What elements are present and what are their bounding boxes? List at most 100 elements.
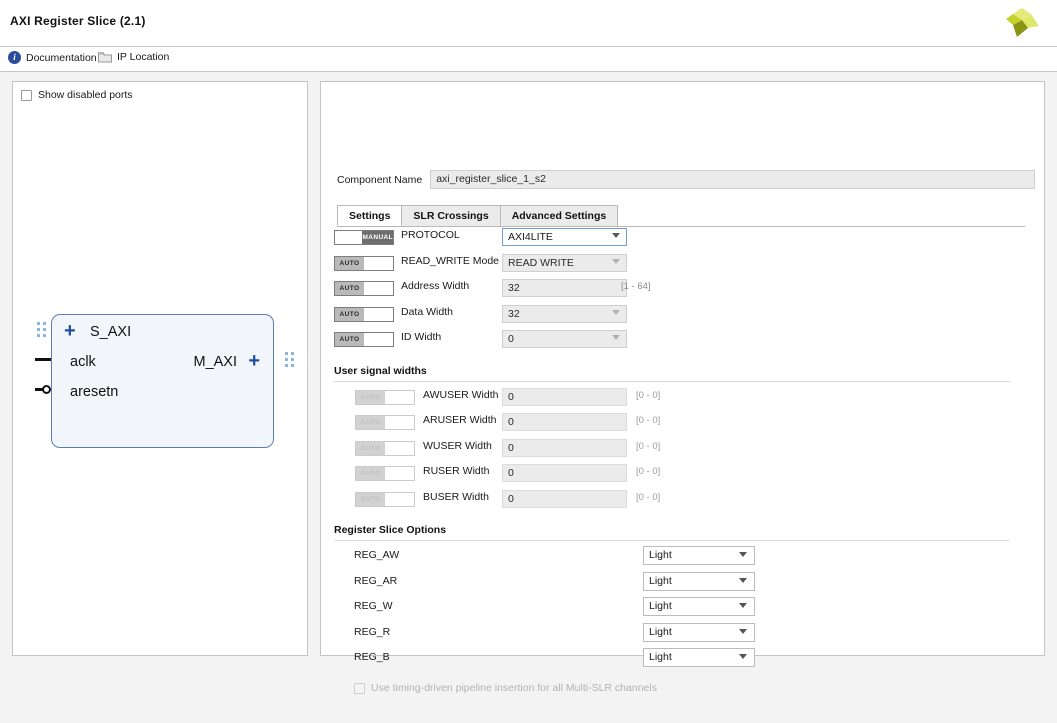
settings-form: MANUAL PROTOCOL AXI4LITE AUTO READ_WRITE… [321, 227, 1046, 702]
reg-ar-label: REG_AR [354, 575, 397, 587]
timing-driven-pipeline-label: Use timing-driven pipeline insertion for… [371, 682, 657, 694]
s-axi-bus-pins [37, 322, 46, 337]
id-width-auto-manual-toggle[interactable]: AUTO [334, 332, 394, 347]
chevron-down-icon [739, 552, 747, 557]
protocol-value: AXI4LITE [508, 231, 553, 243]
show-disabled-ports-label: Show disabled ports [38, 89, 133, 101]
chevron-down-icon [612, 233, 620, 238]
chevron-down-icon [612, 335, 620, 340]
awuser-width-input: 0 [502, 388, 627, 406]
row-reg-w: REG_W Light [321, 597, 1046, 623]
address-width-auto-manual-toggle[interactable]: AUTO [334, 281, 394, 296]
id-width-toggle-state: AUTO [335, 333, 364, 346]
chevron-down-icon [612, 259, 620, 264]
show-disabled-ports-row[interactable]: Show disabled ports [21, 89, 133, 101]
folder-icon [98, 51, 112, 63]
ip-location-label: IP Location [117, 51, 169, 63]
data-width-label: Data Width [401, 306, 453, 318]
address-width-toggle-state: AUTO [335, 282, 364, 295]
dialog-content: Show disabled ports + S_AXI aclk aresetn… [0, 72, 1057, 720]
read-write-mode-toggle-state: AUTO [335, 257, 364, 270]
reg-b-value: Light [649, 651, 672, 663]
reg-ar-value: Light [649, 575, 672, 587]
ruser-width-toggle-state: AUTO [356, 467, 385, 480]
wuser-width-auto-manual-toggle: AUTO [355, 441, 415, 456]
read-write-mode-value: READ WRITE [508, 257, 574, 269]
reg-b-label: REG_B [354, 651, 390, 663]
id-width-label: ID Width [401, 331, 441, 343]
chevron-down-icon [739, 629, 747, 634]
data-width-select[interactable]: 32 [502, 305, 627, 323]
reg-w-label: REG_W [354, 600, 393, 612]
tab-advanced-settings[interactable]: Advanced Settings [500, 205, 619, 226]
ruser-width-range-hint: [0 - 0] [636, 466, 660, 477]
protocol-auto-manual-toggle[interactable]: MANUAL [334, 230, 394, 245]
address-width-input[interactable]: 32 [502, 279, 627, 297]
address-width-range-hint: [1 - 64] [621, 281, 651, 292]
read-write-mode-auto-manual-toggle[interactable]: AUTO [334, 256, 394, 271]
aruser-width-range-hint: [0 - 0] [636, 415, 660, 426]
port-label-aresetn: aresetn [70, 384, 118, 400]
aruser-width-input: 0 [502, 413, 627, 431]
show-disabled-ports-checkbox[interactable] [21, 90, 32, 101]
register-slice-options-section-header: Register Slice Options [321, 524, 1046, 546]
row-reg-ar: REG_AR Light [321, 572, 1046, 598]
m-axi-expand-icon[interactable]: + [248, 351, 260, 371]
reg-b-select[interactable]: Light [643, 648, 755, 667]
row-protocol: MANUAL PROTOCOL AXI4LITE [321, 227, 1046, 253]
awuser-width-auto-manual-toggle: AUTO [355, 390, 415, 405]
reg-w-value: Light [649, 600, 672, 612]
component-name-input[interactable]: axi_register_slice_1_s2 [430, 170, 1035, 189]
protocol-label: PROTOCOL [401, 229, 460, 241]
id-width-select[interactable]: 0 [502, 330, 627, 348]
timing-driven-pipeline-checkbox [354, 683, 365, 694]
reg-w-select[interactable]: Light [643, 597, 755, 616]
tab-bar-filler [617, 212, 1025, 226]
reg-ar-select[interactable]: Light [643, 572, 755, 591]
tab-settings[interactable]: Settings [337, 205, 402, 226]
chevron-down-icon [739, 578, 747, 583]
buser-width-label: BUSER Width [423, 491, 489, 503]
row-data-width: AUTO Data Width 32 [321, 304, 1046, 330]
protocol-toggle-state: MANUAL [362, 231, 393, 244]
read-write-mode-select[interactable]: READ WRITE [502, 254, 627, 272]
aruser-width-toggle-state: AUTO [356, 416, 385, 429]
info-icon: i [8, 51, 21, 64]
section-divider [334, 381, 1010, 382]
component-name-row: Component Name axi_register_slice_1_s2 [337, 170, 1035, 189]
ruser-width-auto-manual-toggle: AUTO [355, 466, 415, 481]
ip-symbol-panel: Show disabled ports + S_AXI aclk aresetn… [12, 81, 308, 656]
user-signal-widths-title: User signal widths [334, 365, 427, 377]
row-wuser-width: AUTO WUSER Width 0 [0 - 0] [321, 438, 1046, 464]
title-bar: AXI Register Slice (2.1) [0, 0, 1057, 47]
ruser-width-label: RUSER Width [423, 465, 490, 477]
window-title: AXI Register Slice (2.1) [10, 14, 146, 28]
s-axi-expand-icon[interactable]: + [64, 321, 76, 341]
m-axi-bus-pins [285, 352, 294, 367]
tab-slr-crossings[interactable]: SLR Crossings [401, 205, 500, 226]
row-awuser-width: AUTO AWUSER Width 0 [0 - 0] [321, 387, 1046, 413]
port-label-aclk: aclk [70, 354, 96, 370]
row-aruser-width: AUTO ARUSER Width 0 [0 - 0] [321, 412, 1046, 438]
row-id-width: AUTO ID Width 0 [321, 329, 1046, 355]
reg-aw-select[interactable]: Light [643, 546, 755, 565]
row-reg-aw: REG_AW Light [321, 546, 1046, 572]
reg-r-select[interactable]: Light [643, 623, 755, 642]
buser-width-toggle-state: AUTO [356, 493, 385, 506]
documentation-button[interactable]: i Documentation [8, 51, 97, 64]
row-reg-r: REG_R Light [321, 623, 1046, 649]
protocol-select[interactable]: AXI4LITE [502, 228, 627, 246]
toolbar: i Documentation IP Location [0, 47, 1057, 72]
id-width-value: 0 [508, 333, 514, 345]
data-width-auto-manual-toggle[interactable]: AUTO [334, 307, 394, 322]
section-divider [334, 540, 1010, 541]
user-signal-widths-section-header: User signal widths [321, 365, 1046, 387]
aruser-width-label: ARUSER Width [423, 414, 497, 426]
port-label-s-axi: S_AXI [90, 324, 131, 340]
address-width-value: 32 [508, 282, 520, 294]
chevron-down-icon [739, 603, 747, 608]
port-label-m-axi: M_AXI [193, 354, 237, 370]
ip-block-symbol: + S_AXI aclk aresetn M_AXI + [51, 314, 274, 448]
data-width-toggle-state: AUTO [335, 308, 364, 321]
ip-location-button[interactable]: IP Location [98, 51, 169, 63]
